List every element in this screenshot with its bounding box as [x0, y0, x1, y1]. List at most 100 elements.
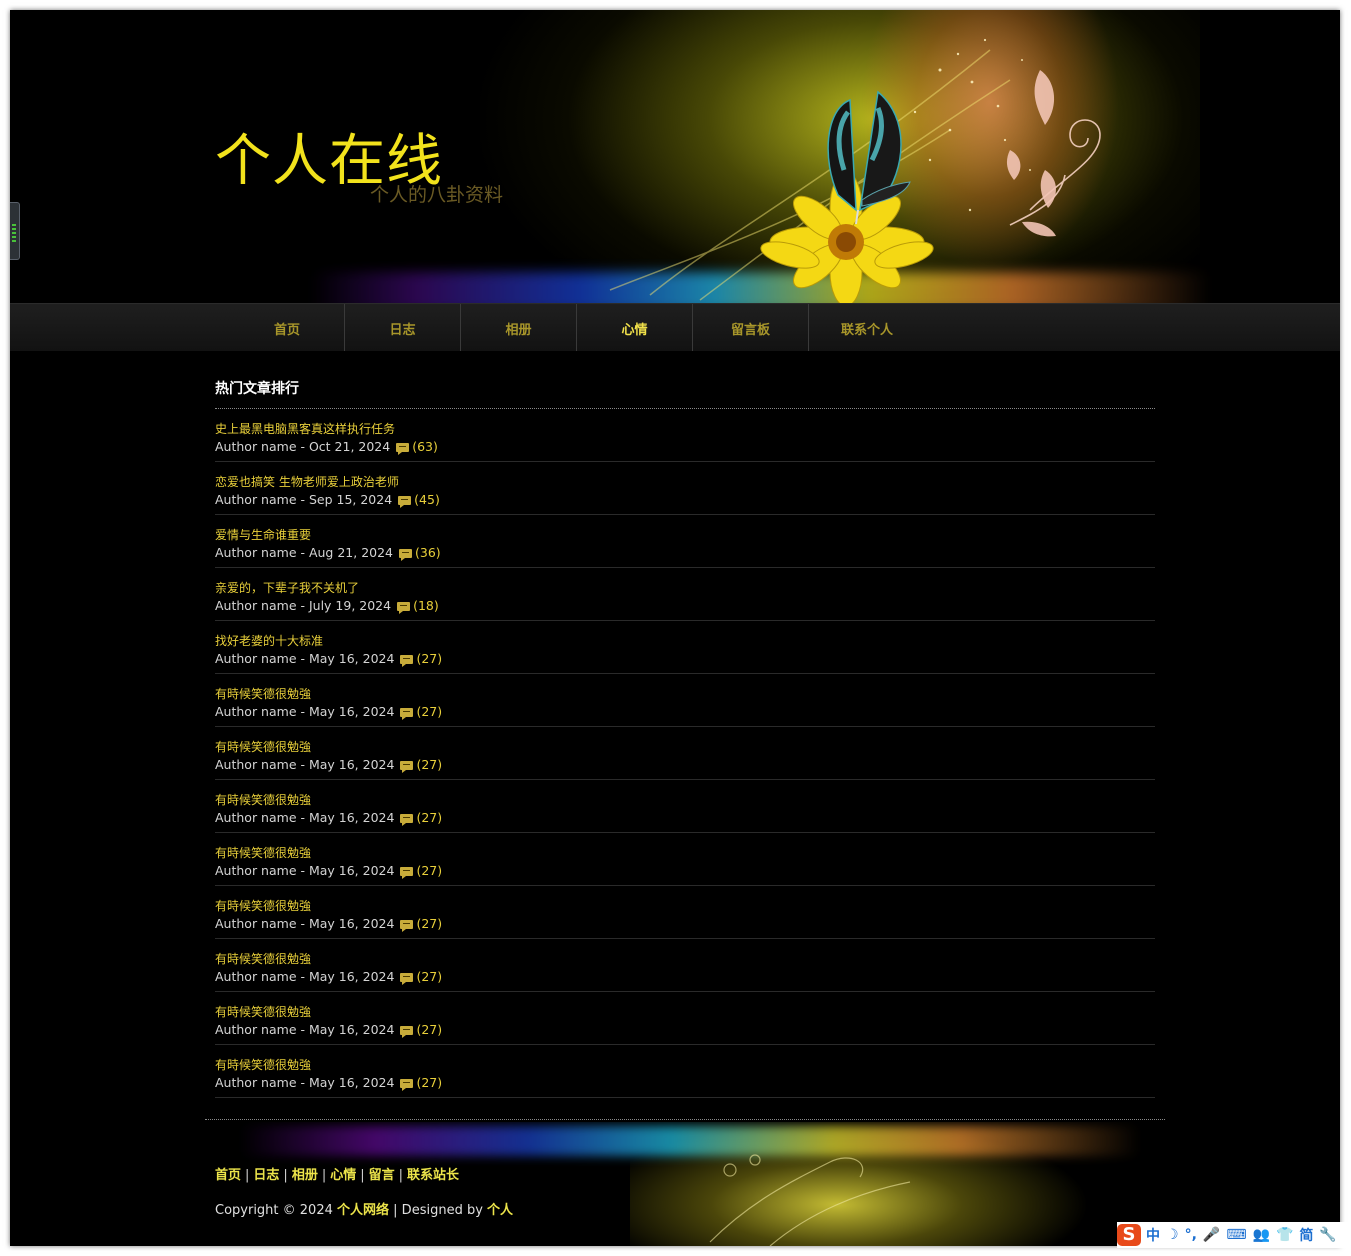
comment-count-link[interactable]: (27)	[416, 757, 442, 772]
page-frame: 个人在线 个人的八卦资料 首页 日志 相册 心情 留言板 联系个人 热门文章排行…	[10, 10, 1340, 1246]
nav-item-contact[interactable]: 联系个人	[809, 304, 925, 351]
footer-link-contact[interactable]: 联系站长	[407, 1168, 459, 1183]
article-author-date: Author name - July 19, 2024	[215, 598, 392, 613]
section-heading: 热门文章排行	[215, 375, 1155, 409]
site-subtitle: 个人的八卦资料	[370, 184, 504, 206]
article-meta: Author name - May 16, 2024 (27)	[215, 809, 1155, 826]
article-author-date: Author name - May 16, 2024	[215, 863, 395, 878]
article-author-date: Author name - May 16, 2024	[215, 1075, 395, 1090]
comment-count-link[interactable]: (45)	[414, 492, 440, 507]
comment-icon	[400, 761, 414, 773]
list-item: 爱情与生命谁重要 Author name - Aug 21, 2024 (36)	[215, 515, 1155, 568]
comment-icon	[400, 814, 414, 826]
comment-count-link[interactable]: (27)	[416, 863, 442, 878]
article-meta: Author name - May 16, 2024 (27)	[215, 756, 1155, 773]
list-item: 有時候笑德很勉強 Author name - May 16, 2024 (27)	[215, 727, 1155, 780]
article-author-date: Author name - May 16, 2024	[215, 969, 395, 984]
article-title-link[interactable]: 史上最黑电脑黑客真这样执行任务	[215, 409, 1155, 438]
list-item: 有時候笑德很勉強 Author name - May 16, 2024 (27)	[215, 992, 1155, 1045]
comment-count-link[interactable]: (27)	[416, 969, 442, 984]
nav-item-blog[interactable]: 日志	[345, 304, 461, 351]
footer-link-blog[interactable]: 日志	[253, 1168, 279, 1183]
comment-icon	[400, 655, 414, 667]
nav-item-album[interactable]: 相册	[461, 304, 577, 351]
comment-count-link[interactable]: (27)	[416, 1022, 442, 1037]
footer-link-album[interactable]: 相册	[292, 1168, 318, 1183]
nav-item-mood[interactable]: 心情	[577, 304, 693, 351]
main-content: 热门文章排行 史上最黑电脑黑客真这样执行任务 Author name - Oct …	[215, 375, 1155, 1098]
article-title-link[interactable]: 有時候笑德很勉強	[215, 833, 1155, 862]
article-title-link[interactable]: 有時候笑德很勉強	[215, 939, 1155, 968]
list-item: 有時候笑德很勉強 Author name - May 16, 2024 (27)	[215, 674, 1155, 727]
designer-link[interactable]: 个人	[487, 1203, 513, 1218]
skin-shirt-icon[interactable]: 👕	[1276, 1227, 1293, 1243]
list-item: 恋爱也搞笑 生物老师爱上政治老师 Author name - Sep 15, 20…	[215, 462, 1155, 515]
copyright-prefix: Copyright © 2024	[215, 1203, 333, 1218]
nav-item-home[interactable]: 首页	[230, 304, 345, 351]
article-meta: Author name - May 16, 2024 (27)	[215, 703, 1155, 720]
comment-icon	[398, 496, 412, 508]
comment-count-link[interactable]: (27)	[416, 704, 442, 719]
footer-link-home[interactable]: 首页	[215, 1168, 241, 1183]
copyright-brand-link[interactable]: 个人网络	[337, 1203, 389, 1218]
article-author-date: Author name - Sep 15, 2024	[215, 492, 393, 507]
article-author-date: Author name - May 16, 2024	[215, 916, 395, 931]
list-item: 史上最黑电脑黑客真这样执行任务 Author name - Oct 21, 202…	[215, 409, 1155, 462]
article-meta: Author name - Oct 21, 2024 (63)	[215, 438, 1155, 455]
article-title-link[interactable]: 有時候笑德很勉強	[215, 1045, 1155, 1074]
article-title-link[interactable]: 有時候笑德很勉強	[215, 780, 1155, 809]
nav-item-guestbook[interactable]: 留言板	[693, 304, 809, 351]
grip-icon	[12, 224, 16, 242]
ime-toolbar: S 中 ☽ °, 🎤 ⌨ 👥 👕 简 🔧	[1117, 1222, 1349, 1248]
article-author-date: Author name - May 16, 2024	[215, 1022, 395, 1037]
comment-icon	[400, 1079, 414, 1091]
list-item: 有時候笑德很勉強 Author name - May 16, 2024 (27)	[215, 780, 1155, 833]
punctuation-icon[interactable]: °,	[1185, 1227, 1197, 1243]
comment-count-link[interactable]: (63)	[412, 439, 438, 454]
list-item: 亲爱的，下辈子我不关机了 Author name - July 19, 2024 (…	[215, 568, 1155, 621]
article-meta: Author name - May 16, 2024 (27)	[215, 1021, 1155, 1038]
footer-link-guestbook[interactable]: 留言	[369, 1168, 395, 1183]
article-author-date: Author name - May 16, 2024	[215, 810, 395, 825]
users-icon[interactable]: 👥	[1253, 1227, 1270, 1243]
article-title-link[interactable]: 有時候笑德很勉強	[215, 674, 1155, 703]
ime-mode-chinese[interactable]: 中	[1146, 1225, 1160, 1245]
moon-icon[interactable]: ☽	[1166, 1227, 1179, 1243]
article-title-link[interactable]: 有時候笑德很勉強	[215, 886, 1155, 915]
header-banner: 个人在线 个人的八卦资料	[10, 10, 1340, 303]
article-title-link[interactable]: 亲爱的，下辈子我不关机了	[215, 568, 1155, 597]
comment-count-link[interactable]: (27)	[416, 1075, 442, 1090]
wrench-icon[interactable]: 🔧	[1319, 1227, 1336, 1243]
comment-count-link[interactable]: (27)	[416, 810, 442, 825]
comment-icon	[400, 973, 414, 985]
microphone-icon[interactable]: 🎤	[1203, 1227, 1220, 1243]
keyboard-icon[interactable]: ⌨	[1226, 1227, 1246, 1243]
comment-count-link[interactable]: (27)	[416, 651, 442, 666]
side-scroll-handle[interactable]	[10, 202, 20, 260]
article-author-date: Author name - May 16, 2024	[215, 757, 395, 772]
article-meta: Author name - Sep 15, 2024 (45)	[215, 491, 1155, 508]
butterfly-flower-illustration	[609, 38, 1101, 303]
footer-divider	[205, 1119, 1165, 1120]
article-meta: Author name - July 19, 2024 (18)	[215, 597, 1155, 614]
list-item: 有時候笑德很勉強 Author name - May 16, 2024 (27)	[215, 1045, 1155, 1098]
article-author-date: Author name - Oct 21, 2024	[215, 439, 391, 454]
article-title-link[interactable]: 有時候笑德很勉強	[215, 727, 1155, 756]
list-item: 有時候笑德很勉強 Author name - May 16, 2024 (27)	[215, 939, 1155, 992]
footer-link-mood[interactable]: 心情	[330, 1168, 356, 1183]
comment-count-link[interactable]: (27)	[416, 916, 442, 931]
article-title-link[interactable]: 恋爱也搞笑 生物老师爱上政治老师	[215, 462, 1155, 491]
article-title-link[interactable]: 找好老婆的十大标准	[215, 621, 1155, 650]
main-nav: 首页 日志 相册 心情 留言板 联系个人	[10, 303, 1340, 351]
sogou-logo-icon[interactable]: S	[1117, 1224, 1141, 1246]
comment-count-link[interactable]: (36)	[415, 545, 441, 560]
article-list: 史上最黑电脑黑客真这样执行任务 Author name - Oct 21, 202…	[215, 409, 1155, 1098]
comment-icon	[400, 920, 414, 932]
article-title-link[interactable]: 爱情与生命谁重要	[215, 515, 1155, 544]
article-author-date: Author name - May 16, 2024	[215, 651, 395, 666]
comment-count-link[interactable]: (18)	[413, 598, 439, 613]
article-title-link[interactable]: 有時候笑德很勉強	[215, 992, 1155, 1021]
ime-mode-simplified[interactable]: 简	[1299, 1225, 1313, 1245]
list-item: 有時候笑德很勉強 Author name - May 16, 2024 (27)	[215, 886, 1155, 939]
article-meta: Author name - May 16, 2024 (27)	[215, 1074, 1155, 1091]
